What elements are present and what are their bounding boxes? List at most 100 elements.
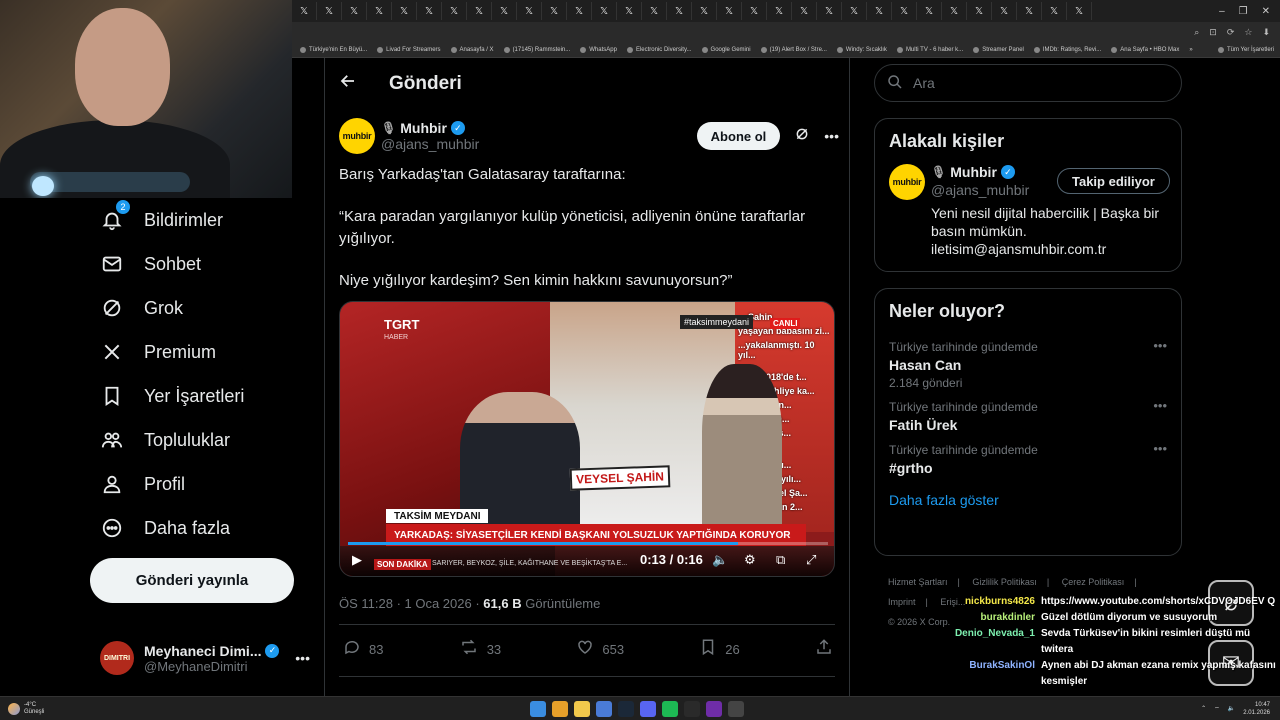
browser-tab[interactable]: 𝕏 [467, 2, 492, 20]
nav-item-more[interactable]: Daha fazla [100, 516, 230, 540]
bookmark[interactable]: WhatsApp [580, 46, 617, 53]
download-icon[interactable]: ⬇ [1262, 27, 1270, 38]
tweet-timestamp[interactable]: ÖS 11:28 · 1 Oca 2026 · [339, 596, 483, 611]
app-icon[interactable] [596, 701, 612, 717]
discord-icon[interactable] [640, 701, 656, 717]
browser-tab[interactable]: 𝕏 [442, 2, 467, 20]
related-avatar[interactable]: muhbir [889, 164, 925, 200]
browser-tab[interactable]: 𝕏 [342, 2, 367, 20]
chrome-icon[interactable] [552, 701, 568, 717]
browser-tab[interactable]: 𝕏 [1017, 2, 1042, 20]
close-window-icon[interactable]: ✕ [1262, 6, 1270, 17]
browser-tab[interactable]: 𝕏 [867, 2, 892, 20]
browser-tab[interactable]: 𝕏 [1067, 2, 1092, 20]
nav-item-messages[interactable]: Sohbet [100, 252, 201, 276]
nav-item-premium[interactable]: Premium [100, 340, 216, 364]
bookmark-button[interactable]: 26 [699, 638, 740, 661]
browser-tab[interactable]: 𝕏 [317, 2, 342, 20]
browser-tab[interactable]: 𝕏 [717, 2, 742, 20]
browser-tab[interactable]: 𝕏 [592, 2, 617, 20]
browser-tab[interactable]: 𝕏 [842, 2, 867, 20]
repost-button[interactable]: 33 [459, 638, 501, 661]
more-dots-icon[interactable]: ••• [1153, 398, 1167, 413]
more-dots-icon[interactable]: ••• [824, 128, 839, 144]
fullscreen-icon[interactable]: ⤢ [806, 552, 816, 568]
bookmarks-folder[interactable]: Tüm Yer İşaretleri [1217, 46, 1280, 53]
browser-tab[interactable]: 𝕏 [742, 2, 767, 20]
bookmark[interactable]: Türkiye'nin En Büyü... [300, 46, 367, 53]
pip-icon[interactable]: ⧉ [776, 552, 785, 568]
author-handle[interactable]: @ajans_muhbir [381, 136, 479, 152]
spotify-icon[interactable] [662, 701, 678, 717]
restore-icon[interactable]: ❐ [1239, 6, 1248, 17]
grok-icon[interactable] [794, 126, 810, 146]
bookmark[interactable]: Streamer Panel [973, 46, 1024, 53]
following-button[interactable]: Takip ediliyor [1057, 168, 1170, 194]
bookmark[interactable]: Multi TV - 6 haber k... [896, 46, 963, 53]
browser-tab[interactable]: 𝕏 [542, 2, 567, 20]
related-name[interactable]: 🎙 Muhbir ✓ [931, 164, 1015, 180]
network-icon[interactable]: ⌔ [1214, 705, 1220, 713]
browser-tab[interactable]: 𝕏 [817, 2, 842, 20]
reload-icon[interactable]: ⟳ [1227, 27, 1235, 38]
zoom-icon[interactable]: ⌕ [1194, 27, 1199, 38]
bookmark[interactable]: (19) Alert Box / Stre... [760, 46, 827, 53]
show-more-link[interactable]: Daha fazla göster [875, 480, 1181, 520]
play-icon[interactable]: ▶ [352, 552, 362, 568]
browser-tab[interactable]: 𝕏 [367, 2, 392, 20]
browser-tab[interactable]: 𝕏 [642, 2, 667, 20]
bookmark[interactable]: Windy: Sıcaklık [836, 46, 887, 53]
bookmark[interactable]: Google Gemini [701, 46, 751, 53]
more-dots-icon[interactable]: ••• [1153, 338, 1167, 353]
tray-chevron-icon[interactable]: ⌃ [1201, 705, 1206, 712]
settings-gear-icon[interactable]: ⚙ [744, 552, 756, 568]
author-avatar[interactable]: muhbir [339, 118, 375, 154]
footer-link[interactable]: Hizmet Şartları [888, 577, 948, 587]
trend-item[interactable]: Türkiye tarihinde gündemde Fatih Ürek ••… [875, 394, 1181, 437]
browser-tab[interactable]: 𝕏 [967, 2, 992, 20]
browser-tab[interactable]: 𝕏 [892, 2, 917, 20]
search-input[interactable]: Ara [874, 64, 1182, 102]
browser-tab[interactable]: 𝕏 [492, 2, 517, 20]
account-switcher[interactable]: DIMITRI Meyhaneci Dimi... ✓ @MeyhaneDimit… [100, 636, 310, 680]
file-explorer-icon[interactable] [574, 701, 590, 717]
browser-tab[interactable]: 𝕏 [792, 2, 817, 20]
video-player[interactable]: ... Şahin yaşayan babasını zi... ...yaka… [339, 301, 835, 577]
footer-link[interactable]: Çerez Politikası [1062, 577, 1125, 587]
bookmark[interactable]: Ana Sayfa • HBO Max [1111, 46, 1179, 53]
minimize-icon[interactable]: – [1219, 6, 1225, 17]
bookmarks-overflow-icon[interactable]: » [1189, 47, 1192, 53]
like-button[interactable]: 653 [576, 638, 624, 661]
video-progress-bar[interactable] [348, 542, 828, 545]
browser-tab[interactable]: 𝕏 [567, 2, 592, 20]
steam-icon[interactable] [618, 701, 634, 717]
author-name[interactable]: 🎙 Muhbir ✓ [381, 120, 479, 136]
bookmark[interactable]: IMDb: Ratings, Revi... [1033, 46, 1101, 53]
trend-item[interactable]: Türkiye tarihinde gündemde Hasan Can 2.1… [875, 334, 1181, 394]
app-icon[interactable] [706, 701, 722, 717]
bookmark[interactable]: Anasayfa / X [450, 46, 494, 53]
browser-tab[interactable]: 𝕏 [917, 2, 942, 20]
related-person[interactable]: muhbir 🎙 Muhbir ✓ @ajans_muhbir Takip edil… [875, 164, 1181, 260]
browser-tab[interactable]: 𝕏 [667, 2, 692, 20]
nav-item-profile[interactable]: Profil [100, 472, 185, 496]
bookmark[interactable]: Electronic Diversity... [626, 46, 692, 53]
star-icon[interactable]: ☆ [1244, 27, 1252, 38]
post-button[interactable]: Gönderi yayınla [90, 558, 294, 603]
clock[interactable]: 10:47 2.01.2026 [1243, 701, 1270, 717]
bookmark[interactable]: Livad For Streamers [377, 46, 441, 53]
windows-start-icon[interactable] [530, 701, 546, 717]
browser-tab[interactable]: 𝕏 [392, 2, 417, 20]
nav-item-bookmarks[interactable]: Yer İşaretleri [100, 384, 244, 408]
subscribe-button[interactable]: Abone ol [696, 122, 781, 150]
browser-tab[interactable]: 𝕏 [417, 2, 442, 20]
footer-link[interactable]: Gizlilik Politikası [972, 577, 1037, 587]
nav-item-notifications[interactable]: 2 Bildirimler [100, 200, 223, 232]
browser-tab[interactable]: 𝕏 [992, 2, 1017, 20]
speaker-icon[interactable]: 🔈 [1228, 705, 1235, 712]
nav-item-communities[interactable]: Topluluklar [100, 428, 230, 452]
browser-tab[interactable]: 𝕏 [617, 2, 642, 20]
screen-capture-icon[interactable]: ⊡ [1209, 27, 1217, 38]
more-dots-icon[interactable]: ••• [1153, 441, 1167, 456]
weather-widget[interactable]: -4°C Güneşli [0, 702, 44, 716]
